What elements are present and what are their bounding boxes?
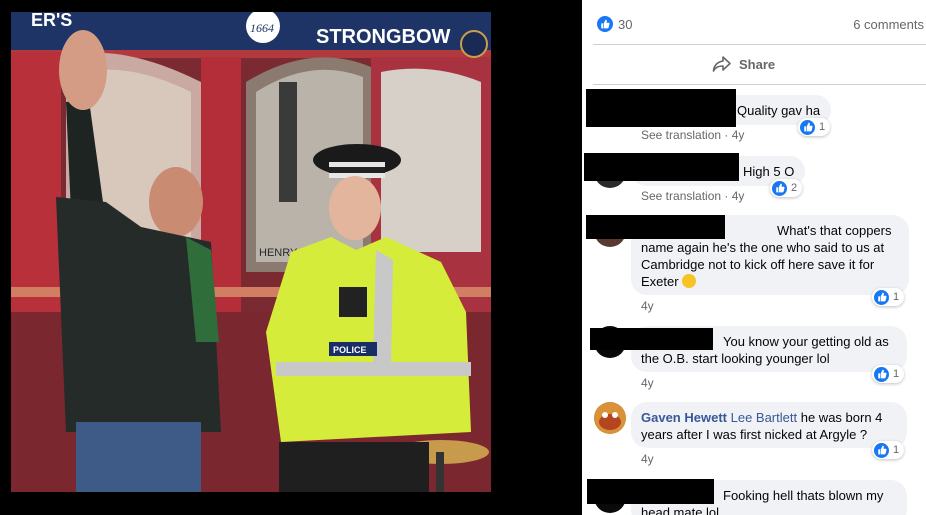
post-photo[interactable]: ER'S 1664 STRONGBOW HENRY IS POLICE: [11, 12, 491, 492]
reaction-count: 1: [893, 368, 900, 380]
photo-scene: ER'S 1664 STRONGBOW HENRY IS POLICE: [11, 12, 491, 492]
comment-reactions[interactable]: 1: [872, 288, 905, 306]
laughing-emoji-icon: [682, 274, 697, 288]
sign-left-fragment: ER'S: [31, 12, 72, 30]
like-count[interactable]: 30: [618, 17, 632, 32]
share-button[interactable]: Share: [712, 51, 775, 77]
sign-1664-badge: 1664: [250, 21, 274, 35]
comment-reactions[interactable]: 1: [872, 365, 905, 383]
see-translation-link[interactable]: See translation: [641, 128, 721, 142]
comment-author[interactable]: Gaven Hewett: [641, 410, 727, 425]
avatar[interactable]: [594, 402, 626, 434]
comments-panel: 30 6 comments Share Quality gav ha 1 See…: [582, 0, 926, 515]
avatar-image: [594, 402, 626, 434]
see-translation-link[interactable]: See translation: [641, 189, 721, 203]
comment-meta: 4y: [641, 376, 654, 390]
comment-text: High 5 O: [743, 164, 795, 179]
comment-meta: See translation · 4y: [641, 128, 744, 142]
like-icon: [874, 366, 889, 382]
comment-age[interactable]: 4y: [732, 128, 745, 142]
police-badge-text: POLICE: [333, 345, 367, 355]
comment-mention[interactable]: Lee Bartlett: [731, 410, 798, 425]
meta-separator: ·: [724, 189, 729, 203]
comment-bubble: Gaven Hewett Lee Bartlett he was born 4 …: [631, 402, 907, 448]
redacted-name: [586, 89, 736, 127]
reaction-count: 2: [791, 182, 798, 194]
redacted-name: [586, 215, 725, 239]
comment-text: Quality gav ha: [737, 103, 821, 118]
comment-meta: 4y: [641, 452, 654, 466]
comment-reactions[interactable]: 1: [872, 441, 905, 459]
like-icon: [874, 442, 889, 458]
comment-meta: 4y: [641, 299, 654, 313]
sign-strongbow: STRONGBOW: [316, 26, 451, 48]
comment-age[interactable]: 4y: [641, 299, 654, 313]
meta-separator: ·: [724, 128, 729, 142]
post-stats: 30 6 comments: [582, 0, 926, 44]
comment-age[interactable]: 4y: [641, 376, 654, 390]
redacted-name: [590, 328, 713, 350]
comment-age[interactable]: 4y: [732, 189, 745, 203]
share-icon: [712, 56, 731, 72]
redacted-name: [584, 153, 739, 181]
like-icon: [874, 289, 889, 305]
comment-meta: See translation · 4y: [641, 189, 744, 203]
reaction-count: 1: [819, 121, 826, 133]
comments-count-link[interactable]: 6 comments: [853, 17, 924, 32]
like-icon: [772, 180, 787, 196]
reaction-count: 1: [893, 444, 900, 456]
actions-divider: [593, 84, 926, 85]
comment-age[interactable]: 4y: [641, 452, 654, 466]
comment-reactions[interactable]: 1: [798, 118, 831, 136]
redacted-name: [587, 479, 714, 504]
comment-reactions[interactable]: 2: [770, 179, 803, 197]
stats-divider: [593, 44, 926, 45]
reaction-count: 1: [893, 291, 900, 303]
like-icon: [800, 119, 815, 135]
share-label: Share: [739, 56, 776, 72]
like-icon: [597, 16, 613, 32]
